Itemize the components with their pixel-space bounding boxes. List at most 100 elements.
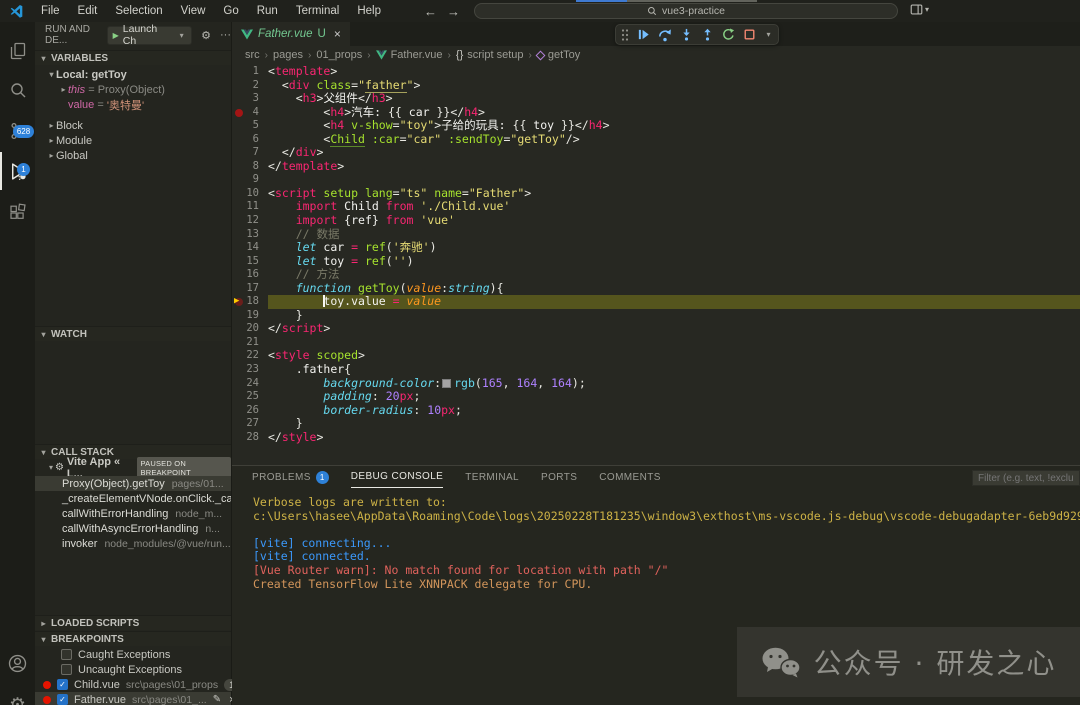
line-number[interactable]: 27 xyxy=(232,417,268,431)
code-line-10[interactable]: 10<script setup lang="ts" name="Father"> xyxy=(232,187,1080,201)
line-number[interactable]: 25 xyxy=(232,390,268,404)
panel-tab-comments[interactable]: COMMENTS xyxy=(599,466,661,488)
variables-scope-row[interactable]: ▾ Local: getToy xyxy=(35,67,231,82)
line-number[interactable]: 18▶ xyxy=(232,295,268,309)
call-stack-thread-row[interactable]: ▾ ⚙ Vite App « L... PAUSED ON BREAKPOINT xyxy=(35,460,231,475)
breakpoint-row-child-vue[interactable]: ✓Child.vuesrc\pages\01_props13 xyxy=(35,677,231,692)
code-line-23[interactable]: 23 .father{ xyxy=(232,363,1080,377)
code-line-3[interactable]: 3 <h3>父组件</h3> xyxy=(232,92,1080,106)
line-number[interactable]: 24 xyxy=(232,377,268,391)
uncaught-exceptions-row[interactable]: Uncaught Exceptions xyxy=(35,662,231,677)
menu-edit[interactable]: Edit xyxy=(69,0,107,22)
line-number[interactable]: 21 xyxy=(232,336,268,350)
breadcrumb-father-vue[interactable]: Father.vue xyxy=(376,49,443,61)
account-icon[interactable] xyxy=(0,644,35,682)
panel-tab-debug-console[interactable]: DEBUG CONSOLE xyxy=(351,466,443,488)
line-number[interactable]: 22 xyxy=(232,349,268,363)
step-out-button[interactable] xyxy=(701,28,714,41)
code-line-18[interactable]: 18▶ toy.value = value xyxy=(232,295,1080,309)
line-number[interactable]: 4 xyxy=(232,106,268,120)
code-line-16[interactable]: 16 // 方法 xyxy=(232,268,1080,282)
line-number[interactable]: 23 xyxy=(232,363,268,377)
line-number[interactable]: 12 xyxy=(232,214,268,228)
line-number[interactable]: 15 xyxy=(232,255,268,269)
explorer-icon[interactable] xyxy=(0,32,35,70)
breakpoints-section-header[interactable]: ▾ BREAKPOINTS xyxy=(35,631,231,646)
code-line-17[interactable]: 17 function getToy(value:string){ xyxy=(232,282,1080,296)
breakpoint-dot-icon[interactable] xyxy=(235,109,243,117)
caught-exceptions-row[interactable]: Caught Exceptions xyxy=(35,647,231,662)
code-line-14[interactable]: 14 let car = ref('奔驰') xyxy=(232,241,1080,255)
extensions-icon[interactable] xyxy=(0,194,35,232)
nav-back-icon[interactable]: ← xyxy=(424,4,437,19)
chevron-down-icon[interactable]: ▾ xyxy=(764,30,773,39)
panel-tab-terminal[interactable]: TERMINAL xyxy=(465,466,519,488)
menu-terminal[interactable]: Terminal xyxy=(287,0,348,22)
variable-group-global[interactable]: ▸Global xyxy=(35,148,231,163)
nav-forward-icon[interactable]: → xyxy=(447,4,460,19)
line-number[interactable]: 26 xyxy=(232,404,268,418)
launch-config-button[interactable]: ▶ Launch Ch ▾ xyxy=(107,26,193,45)
checkbox-unchecked[interactable] xyxy=(61,649,72,660)
code-editor[interactable]: 1<template>2 <div class="father">3 <h3>父… xyxy=(232,64,1080,465)
panel-tab-ports[interactable]: PORTS xyxy=(541,466,577,488)
breadcrumb-gettoy[interactable]: getToy xyxy=(537,49,580,61)
step-into-button[interactable] xyxy=(680,28,693,41)
code-line-26[interactable]: 26 border-radius: 10px; xyxy=(232,404,1080,418)
stack-frame[interactable]: callWithErrorHandlingnode_m... xyxy=(35,506,231,521)
more-actions-icon[interactable]: ··· xyxy=(220,29,231,41)
code-line-27[interactable]: 27 } xyxy=(232,417,1080,431)
tab-father-vue[interactable]: Father.vue U × xyxy=(232,22,350,46)
line-number[interactable]: 17 xyxy=(232,282,268,296)
panel-tab-problems[interactable]: PROBLEMS1 xyxy=(252,466,329,488)
stack-frame[interactable]: invokernode_modules/@vue/run... xyxy=(35,536,231,551)
line-number[interactable]: 6 xyxy=(232,133,268,147)
code-line-4[interactable]: 4 <h4>汽车: {{ car }}</h4> xyxy=(232,106,1080,120)
code-line-28[interactable]: 28</style> xyxy=(232,431,1080,445)
stop-button[interactable] xyxy=(743,28,756,41)
step-over-button[interactable] xyxy=(658,28,672,42)
breadcrumb-pages[interactable]: pages xyxy=(273,49,303,61)
continue-button[interactable] xyxy=(637,28,650,41)
menu-file[interactable]: File xyxy=(32,0,69,22)
search-sidebar-icon[interactable] xyxy=(0,72,35,110)
watch-section-header[interactable]: ▾ WATCH xyxy=(35,326,231,341)
line-number[interactable]: 7 xyxy=(232,146,268,160)
checkbox-unchecked[interactable] xyxy=(61,664,72,675)
code-line-15[interactable]: 15 let toy = ref('') xyxy=(232,255,1080,269)
line-number[interactable]: 19 xyxy=(232,309,268,323)
menu-go[interactable]: Go xyxy=(214,0,247,22)
breadcrumb-script-setup[interactable]: {} script setup xyxy=(456,49,524,61)
code-line-19[interactable]: 19 } xyxy=(232,309,1080,323)
console-filter-input[interactable] xyxy=(972,470,1080,486)
code-line-2[interactable]: 2 <div class="father"> xyxy=(232,79,1080,93)
code-line-13[interactable]: 13 // 数据 xyxy=(232,228,1080,242)
line-number[interactable]: 9 xyxy=(232,173,268,187)
line-number[interactable]: 11 xyxy=(232,200,268,214)
line-number[interactable]: 5 xyxy=(232,119,268,133)
line-number[interactable]: 1 xyxy=(232,65,268,79)
debug-settings-gear-icon[interactable]: ⚙ xyxy=(201,29,211,42)
layout-customize-button[interactable]: ▾ xyxy=(910,3,929,16)
line-number[interactable]: 20 xyxy=(232,322,268,336)
tab-close-icon[interactable]: × xyxy=(334,27,341,41)
toolbar-drag-grip[interactable] xyxy=(621,28,629,42)
breakpoint-row-father-vue[interactable]: ✓Father.vuesrc\pages\01_...✎×18 xyxy=(35,692,231,705)
loaded-scripts-section-header[interactable]: ▸ LOADED SCRIPTS xyxy=(35,615,231,630)
line-number[interactable]: 28 xyxy=(232,431,268,445)
variables-section-header[interactable]: ▾ VARIABLES xyxy=(35,50,231,65)
edit-breakpoint-icon[interactable]: ✎ xyxy=(213,694,221,705)
code-line-22[interactable]: 22<style scoped> xyxy=(232,349,1080,363)
line-number[interactable]: 16 xyxy=(232,268,268,282)
stack-frame[interactable]: callWithAsyncErrorHandlingn... xyxy=(35,521,231,536)
variable-group-module[interactable]: ▸Module xyxy=(35,133,231,148)
code-line-7[interactable]: 7 </div> xyxy=(232,146,1080,160)
line-number[interactable]: 3 xyxy=(232,92,268,106)
code-line-8[interactable]: 8</template> xyxy=(232,160,1080,174)
variable-group-block[interactable]: ▸Block xyxy=(35,118,231,133)
menu-view[interactable]: View xyxy=(172,0,215,22)
line-number[interactable]: 13 xyxy=(232,228,268,242)
code-line-9[interactable]: 9 xyxy=(232,173,1080,187)
stack-frame[interactable]: _createElementVNode.onClick._cache... xyxy=(35,491,231,506)
variable-row-value[interactable]: value = '奥特曼' xyxy=(35,97,231,112)
